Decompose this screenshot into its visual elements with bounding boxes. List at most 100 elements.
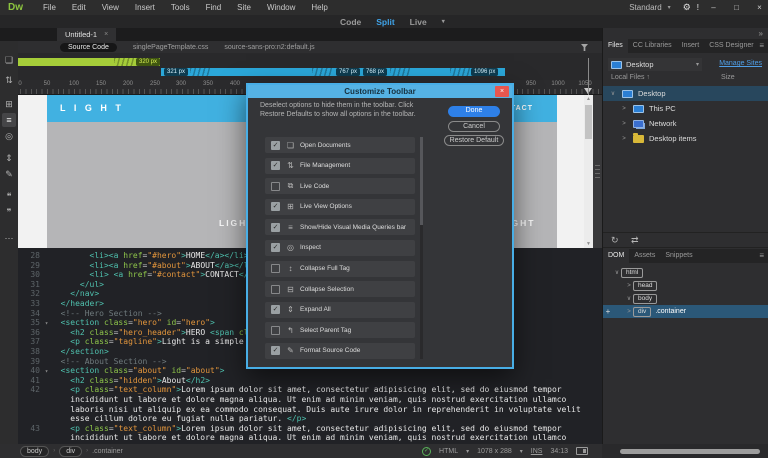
scrollbar-thumb[interactable] (585, 105, 592, 139)
close-button[interactable]: × (751, 3, 768, 12)
live-view-resize-gutter[interactable] (593, 95, 602, 248)
manage-sites-link[interactable]: Manage Sites (719, 60, 762, 67)
menu-window[interactable]: Window (259, 3, 303, 12)
restore-button[interactable]: □ (728, 3, 745, 12)
scroll-down-icon[interactable]: ▼ (584, 241, 593, 247)
dialog-title[interactable]: Customize Toolbar (248, 85, 512, 98)
scroll-up-icon[interactable]: ▲ (584, 96, 593, 102)
remove-comment-icon[interactable]: ❞ (2, 205, 16, 219)
collapse-panels-icon[interactable]: » (759, 29, 763, 38)
insert-mode-toggle[interactable]: INS (531, 448, 543, 455)
tab-insert[interactable]: Insert (677, 39, 705, 53)
tab-files[interactable]: Files (603, 39, 628, 53)
checkbox-unchecked[interactable] (271, 264, 280, 273)
filter-icon[interactable] (581, 44, 588, 51)
file-tree-row[interactable]: >This PC (603, 101, 768, 116)
menu-find[interactable]: Find (198, 3, 230, 12)
toolbar-option-format-source-code[interactable]: ✓✎Format Source Code (265, 343, 415, 359)
related-file[interactable]: singlePageTemplate.css (133, 44, 209, 51)
checkbox-unchecked[interactable] (271, 182, 280, 191)
checkbox-checked[interactable]: ✓ (271, 141, 280, 150)
dom-tree-row[interactable]: >head (603, 279, 768, 292)
source-code-button[interactable]: Source Code (60, 43, 117, 52)
menu-view[interactable]: View (94, 3, 127, 12)
files-panel-menu-icon[interactable]: ≡ (759, 39, 764, 53)
tag-selector-div[interactable]: div (59, 446, 82, 457)
tag-selector-container[interactable]: .container (92, 448, 123, 455)
file-tree-row[interactable]: ∨Desktop (603, 86, 768, 101)
format-source-code-icon[interactable]: ✎ (2, 167, 16, 181)
restore-default-button[interactable]: Restore Default (444, 135, 504, 146)
chevron-collapsed-icon[interactable]: > (625, 309, 633, 315)
chevron-expanded-icon[interactable]: ∨ (609, 90, 617, 97)
dom-tree-row[interactable]: ∨body (603, 292, 768, 305)
dialog-close-button[interactable]: × (495, 86, 509, 97)
site-select[interactable]: Desktop ▾ (608, 58, 702, 71)
menu-site[interactable]: Site (229, 3, 259, 12)
checkbox-checked[interactable]: ✓ (271, 161, 280, 170)
tab-dom[interactable]: DOM (603, 249, 629, 263)
checkbox-checked[interactable]: ✓ (271, 202, 280, 211)
dom-tag-pill[interactable]: div (633, 307, 651, 317)
view-option-code[interactable]: Code (340, 17, 361, 27)
file-sync-icon[interactable]: ⇄ (631, 235, 639, 246)
more-tools-icon[interactable]: ⋯ (2, 231, 16, 245)
chevron-collapsed-icon[interactable]: > (620, 136, 628, 142)
refresh-icon[interactable]: ↻ (611, 235, 619, 246)
expand-all-icon[interactable]: ⇕ (2, 151, 16, 165)
checkbox-checked[interactable]: ✓ (271, 346, 280, 355)
toolbar-option-collapse-selection[interactable]: ⊟Collapse Selection (265, 281, 415, 297)
device-preview-icon[interactable] (576, 447, 588, 455)
menu-tools[interactable]: Tools (163, 3, 198, 12)
menu-help[interactable]: Help (303, 3, 335, 12)
tag-selector-body[interactable]: body (20, 446, 49, 457)
tab-cc-libraries[interactable]: CC Libraries (628, 39, 677, 53)
toolbar-option-live-view-options[interactable]: ✓⊞Live View Options (265, 199, 415, 215)
chevron-collapsed-icon[interactable]: > (625, 283, 633, 289)
horizontal-scrollbar-thumb[interactable] (620, 449, 760, 454)
tab-close-icon[interactable]: × (104, 31, 108, 38)
minimize-button[interactable]: – (705, 3, 722, 12)
done-button[interactable]: Done (448, 106, 500, 117)
gear-icon[interactable]: ⚙ (683, 2, 691, 13)
checkbox-unchecked[interactable] (271, 285, 280, 294)
file-tree-row[interactable]: >Desktop items (603, 131, 768, 146)
chevron-collapsed-icon[interactable]: > (620, 106, 628, 112)
chevron-down-icon[interactable]: ▾ (442, 18, 445, 25)
toolbar-option-inspect[interactable]: ✓◎Inspect (265, 240, 415, 256)
checkbox-unchecked[interactable] (271, 326, 280, 335)
cancel-button[interactable]: Cancel (448, 121, 500, 132)
menu-edit[interactable]: Edit (64, 3, 94, 12)
document-tab[interactable]: Untitled-1 × (57, 28, 116, 41)
toolbar-option-collapse-full-tag[interactable]: ↕Collapse Full Tag (265, 261, 415, 277)
doc-language[interactable]: HTML (439, 448, 458, 455)
dom-tag-pill[interactable]: html (621, 268, 643, 278)
toolbar-option-select-parent-tag[interactable]: ↰Select Parent Tag (265, 322, 415, 338)
checkbox-checked[interactable]: ✓ (271, 223, 280, 232)
dom-tree-row[interactable]: +>div.container (603, 305, 768, 318)
dom-panel-menu-icon[interactable]: ≡ (759, 249, 764, 263)
dom-tag-pill[interactable]: body (633, 294, 657, 304)
file-management-icon[interactable]: ⇅ (2, 73, 16, 87)
toolbar-option-file-management[interactable]: ✓⇅File Management (265, 158, 415, 174)
live-view-options-icon[interactable]: ⊞ (2, 97, 16, 111)
tab-assets[interactable]: Assets (629, 249, 660, 263)
apply-comment-icon[interactable]: ❝ (2, 189, 16, 203)
related-file[interactable]: source-sans-pro:n2:default.js (224, 44, 314, 51)
menu-file[interactable]: File (35, 3, 64, 12)
add-element-icon[interactable]: + (603, 307, 613, 316)
dom-tree-row[interactable]: ∨html (603, 266, 768, 279)
menu-insert[interactable]: Insert (127, 3, 163, 12)
tab-css-designer[interactable]: CSS Designer (704, 39, 758, 53)
view-option-live[interactable]: Live (410, 17, 427, 27)
file-tree-row[interactable]: >Network (603, 116, 768, 131)
toolbar-option-open-documents[interactable]: ✓❏Open Documents (265, 137, 415, 153)
dom-tag-pill[interactable]: head (633, 281, 657, 291)
tab-snippets[interactable]: Snippets (660, 249, 697, 263)
view-option-split[interactable]: Split (376, 17, 394, 27)
toolbar-option-expand-all[interactable]: ✓⇕Expand All (265, 302, 415, 318)
chevron-expanded-icon[interactable]: ∨ (625, 295, 633, 302)
window-size[interactable]: 1078 x 288 (477, 448, 512, 455)
workspace-switcher[interactable]: Standard (629, 3, 661, 12)
column-size[interactable]: Size (721, 74, 735, 81)
